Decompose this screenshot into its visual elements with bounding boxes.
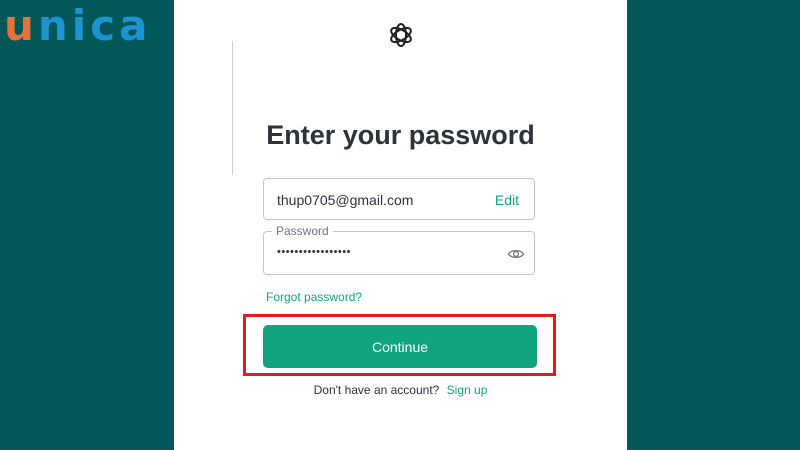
brand-first-letter: u [4, 1, 38, 50]
password-field[interactable]: Password ••••••••••••••••• [263, 224, 535, 275]
continue-button[interactable]: Continue [263, 325, 537, 368]
password-input[interactable]: ••••••••••••••••• [277, 246, 351, 258]
password-label: Password [272, 224, 333, 238]
signup-prompt: Don't have an account? [313, 383, 440, 397]
unica-brand-logo: unica [4, 0, 151, 52]
signup-link[interactable]: Sign up [447, 383, 488, 397]
signup-row: Don't have an account? Sign up [174, 383, 627, 397]
eye-icon[interactable] [507, 245, 525, 263]
email-field: thup0705@gmail.com Edit [263, 178, 535, 220]
page-title: Enter your password [266, 120, 535, 150]
openai-logo-icon [390, 23, 412, 47]
brand-rest: nica [37, 1, 152, 50]
email-value: thup0705@gmail.com [277, 192, 414, 208]
forgot-password-link[interactable]: Forgot password? [266, 290, 362, 304]
edit-email-link[interactable]: Edit [495, 192, 519, 208]
panel-divider [232, 41, 233, 175]
